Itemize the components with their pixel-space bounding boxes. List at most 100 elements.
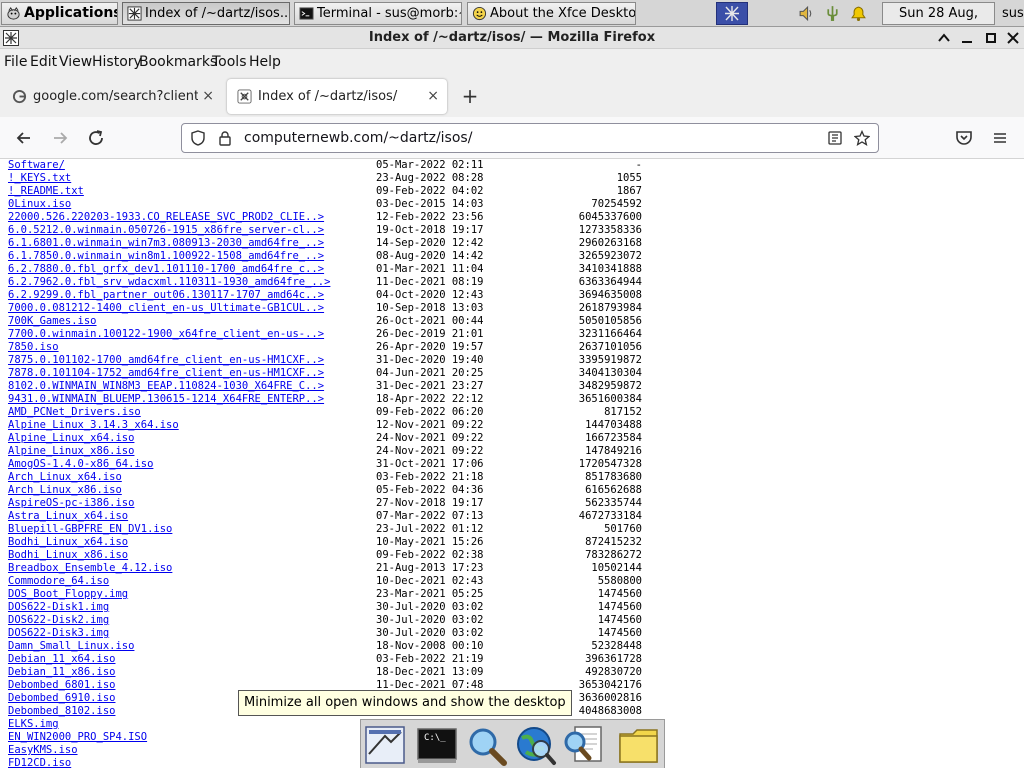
network-icon[interactable] <box>824 5 841 22</box>
forward-button[interactable] <box>48 126 72 150</box>
dock-file-manager[interactable] <box>617 724 661 766</box>
file-link[interactable]: AmogOS-1.4.0-x86_64.iso <box>8 458 153 471</box>
reader-view-icon[interactable] <box>827 130 843 146</box>
file-link[interactable]: 700K_Games.iso <box>8 315 97 328</box>
file-link[interactable]: Debombed_8102.iso <box>8 705 115 718</box>
menu-bookmarks[interactable]: Bookmarks <box>139 53 217 71</box>
dock-document-viewer[interactable] <box>561 724 605 766</box>
file-link[interactable]: 0Linux.iso <box>8 198 71 211</box>
file-link[interactable]: Arch_Linux_x64.iso <box>8 471 122 484</box>
tab-close-icon[interactable]: × <box>202 79 214 114</box>
notification-bell-icon[interactable] <box>850 5 867 22</box>
menu-history[interactable]: History <box>92 53 142 71</box>
pocket-button[interactable] <box>952 126 976 150</box>
file-size: - <box>635 159 642 171</box>
workspace-switcher[interactable] <box>716 2 748 25</box>
file-link[interactable]: 7878.0.101104-1752_amd64fre_client_en-us… <box>8 367 324 380</box>
file-link[interactable]: Debombed_6910.iso <box>8 692 115 705</box>
taskbar-about-xfce[interactable]: About the Xfce Deskto... <box>467 2 636 25</box>
file-link[interactable]: Damn_Small_Linux.iso <box>8 640 134 653</box>
file-link[interactable]: Debian_11_x86.iso <box>8 666 115 679</box>
file-link[interactable]: Astra_Linux_x64.iso <box>8 510 128 523</box>
lock-insecure-icon[interactable] <box>217 130 233 146</box>
url-text[interactable]: computernewb.com/~dartz/isos/ <box>244 124 472 152</box>
file-size: 396361728 <box>585 653 642 665</box>
file-link[interactable]: 9431.0.WINMAIN_BLUEMP.130615-1214_X64FRE… <box>8 393 324 406</box>
file-link[interactable]: DOS622-Disk3.img <box>8 627 109 640</box>
shield-icon[interactable] <box>190 130 206 146</box>
file-link[interactable]: Software/ <box>8 159 65 172</box>
file-date: 26-Dec-2019 21:01 <box>376 328 484 340</box>
taskbar-firefox[interactable]: Index of /~dartz/isos... <box>122 2 290 25</box>
file-link[interactable]: 6.2.7962.0.fbl_srv_wdacxml.110311-1930_a… <box>8 276 330 289</box>
file-link[interactable]: !_README.txt <box>8 185 84 198</box>
menu-help[interactable]: Help <box>249 53 281 71</box>
volume-icon[interactable] <box>798 5 815 22</box>
file-link[interactable]: Debian_11_x64.iso <box>8 653 115 666</box>
file-link[interactable]: Arch_Linux_x86.iso <box>8 484 122 497</box>
file-link[interactable]: Bodhi_Linux_x86.iso <box>8 549 128 562</box>
window-close-button[interactable] <box>1004 29 1022 47</box>
file-link[interactable]: Alpine_Linux_3.14.3_x64.iso <box>8 419 179 432</box>
menu-view[interactable]: View <box>59 53 92 71</box>
file-link[interactable]: 6.2.7880.0.fbl_grfx_dev1.101110-1700_amd… <box>8 263 324 276</box>
tab-close-icon[interactable]: × <box>427 79 439 114</box>
file-link[interactable]: 6.2.9299.0.fbl_partner_out06.130117-1707… <box>8 289 324 302</box>
file-link[interactable]: 7875.0.101102-1700_amd64fre_client_en-us… <box>8 354 324 367</box>
menu-tools[interactable]: Tools <box>212 53 247 71</box>
menu-edit[interactable]: Edit <box>30 53 57 71</box>
dock-search[interactable] <box>465 724 509 766</box>
reload-button[interactable] <box>84 126 108 150</box>
file-link[interactable]: Debombed_6801.iso <box>8 679 115 692</box>
user-name[interactable]: sus <box>1002 3 1024 24</box>
file-link[interactable]: 6.0.5212.0.winmain.050726-1915_x86fre_se… <box>8 224 324 237</box>
file-link[interactable]: Bodhi_Linux_x64.iso <box>8 536 128 549</box>
bookmark-star-icon[interactable] <box>854 130 870 146</box>
file-link[interactable]: Alpine_Linux_x86.iso <box>8 445 134 458</box>
file-link[interactable]: Commodore_64.iso <box>8 575 109 588</box>
file-link[interactable]: ELKS.img <box>8 718 59 731</box>
file-link[interactable]: DOS_Boot_Floppy.img <box>8 588 128 601</box>
pocket-icon <box>956 131 972 145</box>
file-link[interactable]: Alpine_Linux_x64.iso <box>8 432 134 445</box>
clock[interactable]: Sun 28 Aug, 16:23 <box>882 2 995 42</box>
window-maximize-button[interactable] <box>982 29 1000 47</box>
dock-terminal[interactable]: C:\_ <box>415 724 459 766</box>
file-link[interactable]: Bluepill-GBPFRE_EN_DV1.iso <box>8 523 172 536</box>
tab-google-search[interactable]: google.com/search?client=fir × <box>2 79 222 114</box>
file-date: 05-Feb-2022 04:36 <box>376 484 484 496</box>
file-link[interactable]: EN_WIN2000_PRO_SP4.ISO <box>8 731 147 744</box>
url-bar[interactable]: computernewb.com/~dartz/isos/ <box>181 123 879 153</box>
file-link[interactable]: FD12CD.iso <box>8 757 71 768</box>
dock-web-browser[interactable] <box>514 724 558 766</box>
new-tab-button[interactable]: + <box>460 86 480 106</box>
file-link[interactable]: DOS622-Disk1.img <box>8 601 109 614</box>
window-shade-button[interactable] <box>935 29 953 47</box>
tab-index-isos[interactable]: Index of /~dartz/isos/ × <box>227 79 447 114</box>
applications-menu-button[interactable]: Applications <box>1 2 118 25</box>
minimize-icon <box>962 41 972 43</box>
file-link[interactable]: 7700.0.winmain.100122-1900_x64fre_client… <box>8 328 324 341</box>
window-minimize-button[interactable] <box>958 29 976 47</box>
file-link[interactable]: AMD_PCNet_Drivers.iso <box>8 406 141 419</box>
file-date: 26-Apr-2020 19:57 <box>376 341 484 353</box>
file-link[interactable]: 22000.526.220203-1933.CO_RELEASE_SVC_PRO… <box>8 211 324 224</box>
file-size: 2960263168 <box>578 237 642 249</box>
file-link[interactable]: 8102.0.WINMAIN_WIN8M3_EEAP.110824-1030_X… <box>8 380 324 393</box>
menu-file[interactable]: File <box>4 53 27 71</box>
taskbar-terminal[interactable]: Terminal - sus@morb:~ <box>294 2 462 25</box>
file-link[interactable]: 7850.iso <box>8 341 59 354</box>
file-link[interactable]: EasyKMS.iso <box>8 744 78 757</box>
file-link[interactable]: DOS622-Disk2.img <box>8 614 109 627</box>
file-date: 31-Oct-2021 17:06 <box>376 458 484 470</box>
file-link[interactable]: !_KEYS.txt <box>8 172 71 185</box>
dock-show-desktop[interactable] <box>363 724 407 766</box>
app-menu-button[interactable] <box>988 126 1012 150</box>
file-link[interactable]: 6.1.7850.0.winmain_win8m1.100922-1508_am… <box>8 250 324 263</box>
file-link[interactable]: Breadbox_Ensemble_4.12.iso <box>8 562 172 575</box>
file-link[interactable]: 7000.0.081212-1400_client_en-us_Ultimate… <box>8 302 324 315</box>
terminal-icon <box>417 728 457 763</box>
file-link[interactable]: 6.1.6801.0.winmain_win7m3.080913-2030_am… <box>8 237 324 250</box>
file-link[interactable]: AspireOS-pc-i386.iso <box>8 497 134 510</box>
back-button[interactable] <box>12 126 36 150</box>
